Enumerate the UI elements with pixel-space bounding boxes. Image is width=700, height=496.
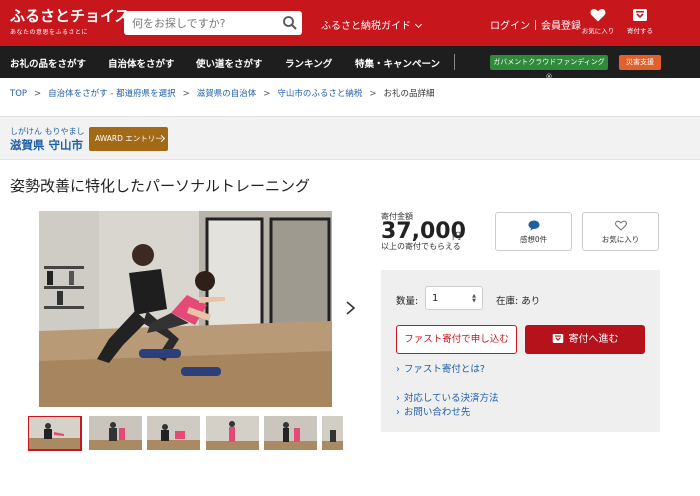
breadcrumb-top[interactable]: TOP: [10, 89, 27, 99]
nav-ranking[interactable]: ランキング: [285, 56, 332, 70]
main-nav: お礼の品をさがす 自治体をさがす 使い道をさがす ランキング 特集・キャンペーン…: [0, 46, 700, 81]
site-logo[interactable]: ふるさとチョイス あなたの意思をふるさとに: [10, 7, 130, 37]
contact-link[interactable]: › お問い合わせ先: [396, 404, 470, 418]
site-header: ふるさとチョイス あなたの意思をふるさとに ふるさと納税ガイド ログイン会員登録…: [0, 0, 700, 46]
search-box: [124, 11, 302, 35]
municipality-name[interactable]: 滋賀県 守山市: [10, 137, 83, 153]
donate-header-button[interactable]: 寄付する: [620, 8, 660, 35]
nav-search-usage[interactable]: 使い道をさがす: [196, 56, 263, 70]
award-entry-button[interactable]: AWARD エントリー: [89, 127, 168, 151]
breadcrumb-separator: >: [369, 89, 377, 99]
government-crowdfunding-button[interactable]: ガバメントクラウドファンディング®: [490, 55, 608, 81]
thumbnail-image[interactable]: [206, 416, 259, 450]
guide-label: ふるさと納税ガイド: [321, 21, 411, 32]
breadcrumb-shiga[interactable]: 滋賀県の自治体: [197, 87, 257, 99]
municipality-bar: しがけん もりやまし 滋賀県 守山市 AWARD エントリー: [0, 116, 700, 160]
fast-donate-info-link[interactable]: › ファスト寄付とは?: [396, 361, 485, 375]
disaster-support-button[interactable]: 災害支援: [619, 55, 661, 70]
impressions-button[interactable]: 感想0件: [495, 212, 572, 251]
thumbnail-image[interactable]: [264, 416, 317, 450]
favorites-button[interactable]: お気に入り: [578, 8, 618, 35]
breadcrumb-current: お礼の品詳細: [383, 89, 435, 99]
quantity-label: 数量:: [396, 296, 419, 307]
nav-search-municipalities[interactable]: 自治体をさがす: [108, 56, 175, 70]
breadcrumb-prefecture-select[interactable]: 自治体をさがす - 都道府県を選択: [48, 87, 175, 99]
product-title: 姿勢改善に特化したパーソナルトレーニング: [10, 177, 311, 195]
gift-box-icon: [633, 9, 647, 21]
proceed-to-donate-label: 寄付へ進む: [568, 334, 619, 345]
donation-panel: 数量: 1 ▲ ▼ 在庫: あり ファスト寄付で申し込む 寄付へ進む › ファスト寄…: [381, 270, 660, 432]
heart-icon: [590, 9, 606, 22]
impressions-label: 感想0件: [519, 235, 548, 244]
divider: [535, 20, 536, 30]
quantity-select[interactable]: 1 ▲ ▼: [425, 286, 483, 310]
search-input[interactable]: [124, 11, 274, 35]
breadcrumb-separator: >: [263, 89, 271, 99]
product-main-image[interactable]: [39, 211, 332, 407]
stock-status: 在庫: あり: [496, 296, 541, 307]
hometown-tax-guide-menu[interactable]: ふるさと納税ガイド: [321, 17, 423, 32]
nav-features-campaigns[interactable]: 特集・キャンペーン: [355, 56, 440, 70]
donation-amount-note: 以上の寄付でもらえる: [381, 242, 461, 251]
nav-search-gifts[interactable]: お礼の品をさがす: [10, 56, 86, 70]
breadcrumb-separator: >: [182, 89, 190, 99]
thumbnail-strip: [28, 416, 343, 452]
chevron-right-icon: ›: [396, 407, 400, 418]
favorite-button[interactable]: お気に入り: [582, 212, 659, 251]
favorite-label: お気に入り: [601, 235, 640, 244]
thumbnail-image[interactable]: [89, 416, 142, 450]
fast-donate-info-label: ファスト寄付とは?: [403, 364, 485, 375]
breadcrumb-separator: >: [34, 89, 42, 99]
chevron-down-icon: [414, 20, 423, 29]
breadcrumb: TOP > 自治体をさがす - 都道府県を選択 > 滋賀県の自治体 > 守山市のふるさと納税…: [10, 87, 435, 99]
login-link[interactable]: ログイン: [490, 21, 530, 32]
register-link[interactable]: 会員登録: [541, 21, 581, 32]
fast-donate-button[interactable]: ファスト寄付で申し込む: [396, 325, 517, 354]
municipality-kana: しがけん もりやまし: [10, 127, 85, 136]
chevron-right-icon: ›: [396, 393, 400, 404]
speech-bubble-icon: [528, 220, 539, 231]
thumbnail-image[interactable]: [28, 416, 82, 451]
donate-header-label: 寄付する: [627, 27, 653, 35]
gift-box-icon: [552, 334, 563, 343]
nav-divider: [454, 54, 455, 70]
award-entry-label: AWARD エントリー: [95, 134, 163, 143]
quantity-value: 1: [432, 293, 439, 304]
logo-tagline: あなたの意思をふるさとに: [10, 29, 89, 36]
thumbnail-image[interactable]: [147, 416, 200, 450]
proceed-to-donate-button[interactable]: 寄付へ進む: [525, 325, 645, 354]
heart-icon: [614, 220, 627, 231]
payment-methods-link[interactable]: › 対応している決済方法: [396, 390, 499, 404]
breadcrumb-moriyama[interactable]: 守山市のふるさと納税: [277, 87, 362, 99]
thumbnail-image[interactable]: [322, 416, 343, 450]
account-links: ログイン 会員登録: [490, 17, 581, 32]
chevron-right-icon[interactable]: [344, 300, 356, 315]
contact-label: お問い合わせ先: [403, 407, 471, 418]
chevron-right-icon: ›: [396, 364, 400, 375]
logo-title: ふるさとチョイス: [10, 7, 130, 25]
payment-methods-label: 対応している決済方法: [403, 393, 499, 404]
favorites-label: お気に入り: [581, 27, 615, 35]
spinner-arrows-icon: ▲ ▼: [472, 293, 476, 304]
search-icon[interactable]: [282, 15, 298, 31]
